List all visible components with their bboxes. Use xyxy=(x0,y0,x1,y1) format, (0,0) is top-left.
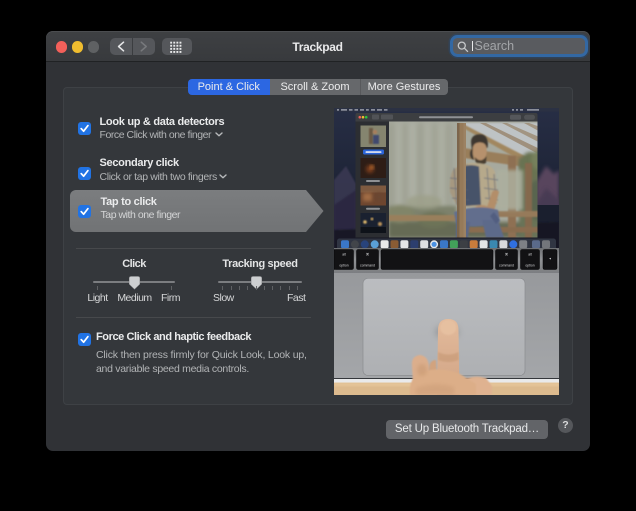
svg-text:alt: alt xyxy=(528,253,532,257)
svg-text:command: command xyxy=(360,264,375,268)
svg-text:option: option xyxy=(525,264,534,268)
svg-text:⌘: ⌘ xyxy=(366,253,369,257)
svg-text:◂: ◂ xyxy=(549,257,551,261)
svg-text:⌘: ⌘ xyxy=(505,253,508,257)
svg-text:command: command xyxy=(499,264,514,268)
svg-text:option: option xyxy=(339,264,348,268)
svg-text:alt: alt xyxy=(342,253,346,257)
